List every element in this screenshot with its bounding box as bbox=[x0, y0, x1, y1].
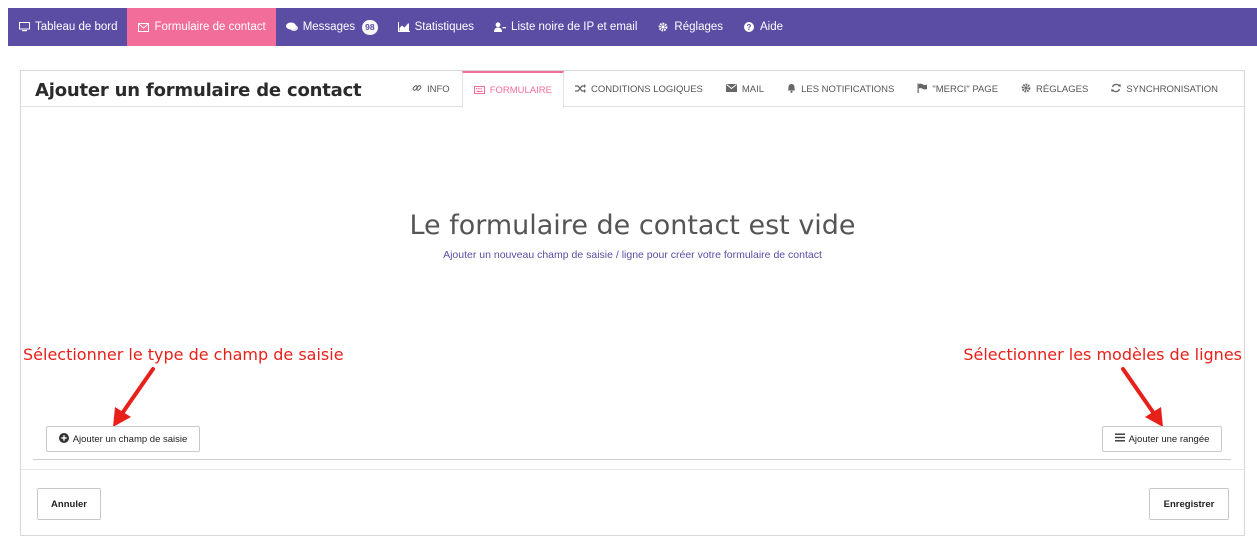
tab-merci-page[interactable]: "MERCI" PAGE bbox=[906, 71, 1010, 107]
page-title: Ajouter un formulaire de contact bbox=[35, 80, 362, 101]
tab-synchronisation[interactable]: SYNCHRONISATION bbox=[1100, 71, 1230, 107]
tab-mail[interactable]: MAIL bbox=[715, 71, 776, 107]
tab-label: FORMULAIRE bbox=[489, 85, 552, 96]
nav-item-label: Aide bbox=[760, 21, 784, 33]
tab-info[interactable]: INFO bbox=[401, 71, 462, 107]
plus-circle-icon bbox=[58, 432, 69, 446]
tab-conditions-logiques[interactable]: CONDITIONS LOGIQUES bbox=[564, 71, 715, 107]
tab-label: MAIL bbox=[741, 83, 765, 95]
gear-icon bbox=[657, 21, 669, 33]
add-row-button[interactable]: Ajouter une rangée bbox=[1102, 426, 1222, 452]
nav-item-settings[interactable]: Réglages bbox=[647, 8, 733, 46]
nav-item-label: Formulaire de contact bbox=[154, 21, 266, 33]
tab-label: LES NOTIFICATIONS bbox=[801, 83, 895, 95]
tab-label: INFO bbox=[426, 83, 450, 95]
footer-separator bbox=[21, 469, 1244, 470]
empty-state-title: Le formulaire de contact est vide bbox=[409, 210, 856, 241]
area-chart-icon bbox=[397, 21, 410, 33]
top-navigation: Tableau de bord Formulaire de contact Me… bbox=[8, 8, 1257, 46]
panel-header: Ajouter un formulaire de contact INFO FO… bbox=[21, 71, 1244, 108]
tab-label: "MERCI" PAGE bbox=[932, 83, 999, 95]
nav-item-label: Statistiques bbox=[414, 21, 475, 33]
tab-label: CONDITIONS LOGIQUES bbox=[590, 83, 703, 95]
save-button[interactable]: Enregistrer bbox=[1149, 488, 1229, 520]
users-block-icon bbox=[494, 21, 507, 33]
random-icon bbox=[574, 83, 586, 95]
cancel-button[interactable]: Annuler bbox=[37, 488, 101, 520]
comments-icon bbox=[285, 21, 298, 33]
flag-icon bbox=[917, 83, 928, 95]
tab-formulaire[interactable]: FORMULAIRE bbox=[461, 71, 564, 108]
nav-item-label: Messages bbox=[302, 21, 356, 33]
link-icon bbox=[412, 83, 422, 95]
tab-label: RÉGLAGES bbox=[1036, 83, 1089, 95]
nav-item-label: Liste noire de IP et email bbox=[511, 21, 638, 33]
mail-icon bbox=[725, 84, 737, 94]
question-icon: ? bbox=[743, 21, 755, 33]
annotation-right: Sélectionner les modèles de lignes bbox=[963, 345, 1242, 364]
nav-item-dashboard[interactable]: Tableau de bord bbox=[8, 8, 127, 46]
svg-text:?: ? bbox=[747, 23, 752, 32]
section-divider bbox=[33, 459, 1231, 460]
tab-notifications[interactable]: LES NOTIFICATIONS bbox=[776, 71, 906, 107]
nav-item-help[interactable]: ? Aide bbox=[733, 8, 793, 46]
annotation-arrow-left bbox=[113, 367, 155, 427]
tab-label: SYNCHRONISATION bbox=[1126, 83, 1218, 95]
add-field-button[interactable]: Ajouter un champ de saisie bbox=[46, 426, 200, 452]
nav-item-messages[interactable]: Messages 98 bbox=[276, 8, 388, 46]
tab-bar: INFO FORMULAIRE CONDITIONS LOGIQUES MAIL bbox=[401, 71, 1230, 108]
tab-reglages[interactable]: RÉGLAGES bbox=[1010, 71, 1100, 107]
nav-item-label: Tableau de bord bbox=[35, 21, 118, 33]
nav-item-label: Réglages bbox=[674, 21, 724, 33]
add-field-label: Ajouter un champ de saisie bbox=[72, 433, 188, 445]
empty-state-subtitle: Ajouter un nouveau champ de saisie / lig… bbox=[443, 249, 822, 261]
gear-icon bbox=[1021, 83, 1031, 95]
monitor-icon bbox=[18, 21, 30, 33]
save-label: Enregistrer bbox=[1163, 498, 1215, 510]
nav-item-statistics[interactable]: Statistiques bbox=[388, 8, 484, 46]
add-row-label: Ajouter une rangée bbox=[1128, 433, 1210, 445]
annotation-arrow-right bbox=[1121, 367, 1163, 427]
keyboard-icon bbox=[473, 85, 485, 96]
messages-count-badge: 98 bbox=[362, 19, 378, 35]
nav-item-blacklist[interactable]: Liste noire de IP et email bbox=[484, 8, 647, 46]
nav-item-contact-form[interactable]: Formulaire de contact bbox=[127, 8, 276, 46]
cancel-label: Annuler bbox=[51, 498, 87, 510]
sync-icon bbox=[1111, 83, 1122, 95]
form-editor-panel: Ajouter un formulaire de contact INFO FO… bbox=[20, 70, 1245, 536]
annotation-left: Sélectionner le type de champ de saisie bbox=[23, 345, 344, 364]
envelope-icon bbox=[137, 21, 149, 33]
bell-icon bbox=[787, 83, 796, 95]
bars-icon bbox=[1114, 433, 1125, 445]
